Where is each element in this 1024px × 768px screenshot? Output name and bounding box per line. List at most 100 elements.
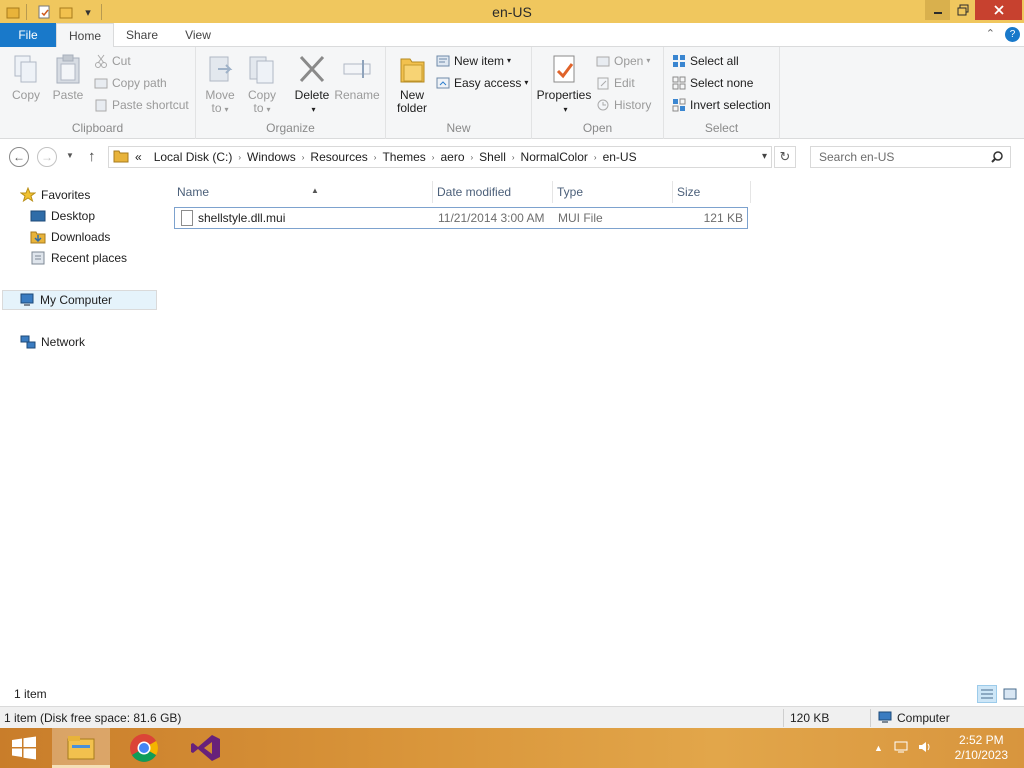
delete-button[interactable]: Delete ▾: [292, 53, 332, 116]
close-button[interactable]: [975, 0, 1022, 20]
column-header-size[interactable]: Size: [673, 181, 751, 203]
tab-view[interactable]: View: [170, 23, 226, 47]
open-button[interactable]: Open ▾: [596, 51, 650, 71]
refresh-button[interactable]: ↻: [774, 146, 796, 168]
new-folder-button[interactable]: New folder: [392, 53, 432, 115]
breadcrumb-local-disk[interactable]: Local Disk (C:): [154, 150, 233, 164]
rename-button[interactable]: Rename: [334, 53, 380, 102]
navigation-pane: Favorites Desktop Downloads Recent place…: [0, 175, 160, 682]
cut-button[interactable]: Cut: [94, 51, 131, 71]
breadcrumb-windows[interactable]: Windows: [247, 150, 296, 164]
sort-up-icon: ▲: [311, 186, 319, 195]
scissors-icon: [94, 54, 108, 68]
tab-file[interactable]: File: [0, 23, 56, 47]
back-button[interactable]: ←: [9, 147, 29, 167]
minimize-button[interactable]: [925, 0, 950, 20]
address-bar[interactable]: « Local Disk (C:) › Windows › Resources …: [108, 146, 772, 168]
minimize-ribbon-icon[interactable]: ⌃: [986, 27, 995, 42]
customize-qat-icon[interactable]: ▾: [79, 3, 97, 21]
downloads-folder-icon: [30, 229, 46, 245]
address-row: ← → ▼ ↑ « Local Disk (C:) › Windows › Re…: [0, 139, 1024, 175]
table-row[interactable]: shellstyle.dll.mui 11/21/2014 3:00 AM MU…: [174, 207, 748, 229]
chevron-right-icon[interactable]: ›: [512, 153, 515, 162]
tab-home[interactable]: Home: [56, 23, 114, 48]
breadcrumb-resources[interactable]: Resources: [310, 150, 367, 164]
copy-button[interactable]: Copy: [8, 53, 44, 102]
selection-size: 120 KB: [790, 711, 830, 725]
select-all-button[interactable]: Select all: [672, 51, 739, 71]
new-item-button[interactable]: New item ▾: [436, 51, 511, 71]
visual-studio-icon: [191, 735, 220, 761]
column-header-date-modified[interactable]: Date modified: [433, 181, 553, 203]
taskbar-file-explorer[interactable]: [52, 728, 110, 768]
nav-downloads[interactable]: Downloads: [30, 227, 110, 247]
nav-recent-places[interactable]: Recent places: [30, 248, 127, 268]
column-header-type[interactable]: Type: [553, 181, 673, 203]
show-hidden-icons[interactable]: ▲: [874, 743, 883, 753]
easy-access-button[interactable]: Easy access ▾: [436, 73, 528, 93]
rename-icon: [341, 53, 373, 85]
column-header-name[interactable]: Name ▲: [173, 181, 433, 203]
chrome-icon: [130, 734, 158, 762]
chevron-right-icon[interactable]: ›: [432, 153, 435, 162]
new-group: New folder New item ▾ Easy access ▾ New: [386, 47, 532, 139]
breadcrumb-overflow[interactable]: «: [135, 150, 142, 164]
breadcrumb-themes[interactable]: Themes: [382, 150, 425, 164]
nav-desktop[interactable]: Desktop: [30, 206, 95, 226]
recent-locations-dropdown-icon[interactable]: ▼: [66, 151, 74, 160]
network-tray-icon[interactable]: [893, 739, 909, 758]
invert-selection-button[interactable]: Invert selection: [672, 95, 771, 115]
volume-icon[interactable]: [917, 739, 933, 758]
up-arrow-icon[interactable]: ↑: [88, 148, 96, 165]
clock-time: 2:52 PM: [958, 733, 1004, 747]
chevron-right-icon[interactable]: ›: [238, 153, 241, 162]
breadcrumb-shell[interactable]: Shell: [479, 150, 506, 164]
chevron-down-icon[interactable]: ▾: [762, 151, 767, 162]
new-folder-qat-icon[interactable]: [57, 3, 75, 21]
nav-favorites[interactable]: Favorites: [19, 185, 90, 205]
details-status-bar: 1 item (Disk free space: 81.6 GB) 120 KB…: [0, 706, 1024, 728]
paste-button[interactable]: Paste: [50, 53, 86, 102]
taskbar-visual-studio[interactable]: [178, 728, 234, 768]
paste-icon: [52, 53, 84, 85]
search-input[interactable]: Search en-US: [810, 146, 1011, 168]
chevron-right-icon[interactable]: ›: [302, 153, 305, 162]
move-to-button[interactable]: Move to ▾: [202, 53, 238, 116]
properties-button[interactable]: Properties ▾: [536, 53, 592, 116]
breadcrumb-aero[interactable]: aero: [440, 150, 464, 164]
breadcrumb-normalcolor[interactable]: NormalColor: [521, 150, 588, 164]
search-icon[interactable]: [991, 151, 1018, 166]
chevron-right-icon[interactable]: ›: [471, 153, 474, 162]
properties-qat-icon[interactable]: [35, 3, 53, 21]
edit-button[interactable]: Edit: [596, 73, 635, 93]
quick-access-toolbar: ▾: [0, 2, 106, 22]
file-name: shellstyle.dll.mui: [198, 211, 286, 225]
details-view-icon[interactable]: [977, 685, 997, 703]
select-group-label: Select: [704, 121, 739, 135]
select-none-icon: [672, 76, 686, 90]
restore-button[interactable]: [950, 0, 975, 20]
history-icon: [596, 98, 610, 112]
desktop-icon: [30, 208, 46, 224]
copy-path-button[interactable]: Copy path: [94, 73, 167, 93]
large-icons-view-icon[interactable]: [1000, 685, 1020, 703]
taskbar-chrome[interactable]: [116, 728, 172, 768]
nav-network[interactable]: Network: [20, 332, 85, 352]
chevron-right-icon[interactable]: ›: [594, 153, 597, 162]
clock[interactable]: 2:52 PM 2/10/2023: [955, 733, 1008, 763]
nav-my-computer[interactable]: My Computer: [2, 290, 157, 310]
breadcrumb-en-us[interactable]: en-US: [603, 150, 637, 164]
select-none-button[interactable]: Select none: [672, 73, 753, 93]
forward-button[interactable]: →: [37, 147, 57, 167]
easy-access-icon: [436, 76, 450, 90]
paste-shortcut-button[interactable]: Paste shortcut: [94, 95, 189, 115]
help-icon[interactable]: ?: [1005, 27, 1020, 42]
tab-share[interactable]: Share: [114, 23, 170, 47]
computer-status-label: Computer: [897, 711, 950, 725]
start-button[interactable]: [0, 728, 48, 768]
history-button[interactable]: History: [596, 95, 651, 115]
new-folder-icon: [396, 53, 428, 85]
chevron-right-icon[interactable]: ›: [374, 153, 377, 162]
copy-to-button[interactable]: Copy to ▾: [244, 53, 280, 116]
folder-icon: [113, 149, 129, 166]
